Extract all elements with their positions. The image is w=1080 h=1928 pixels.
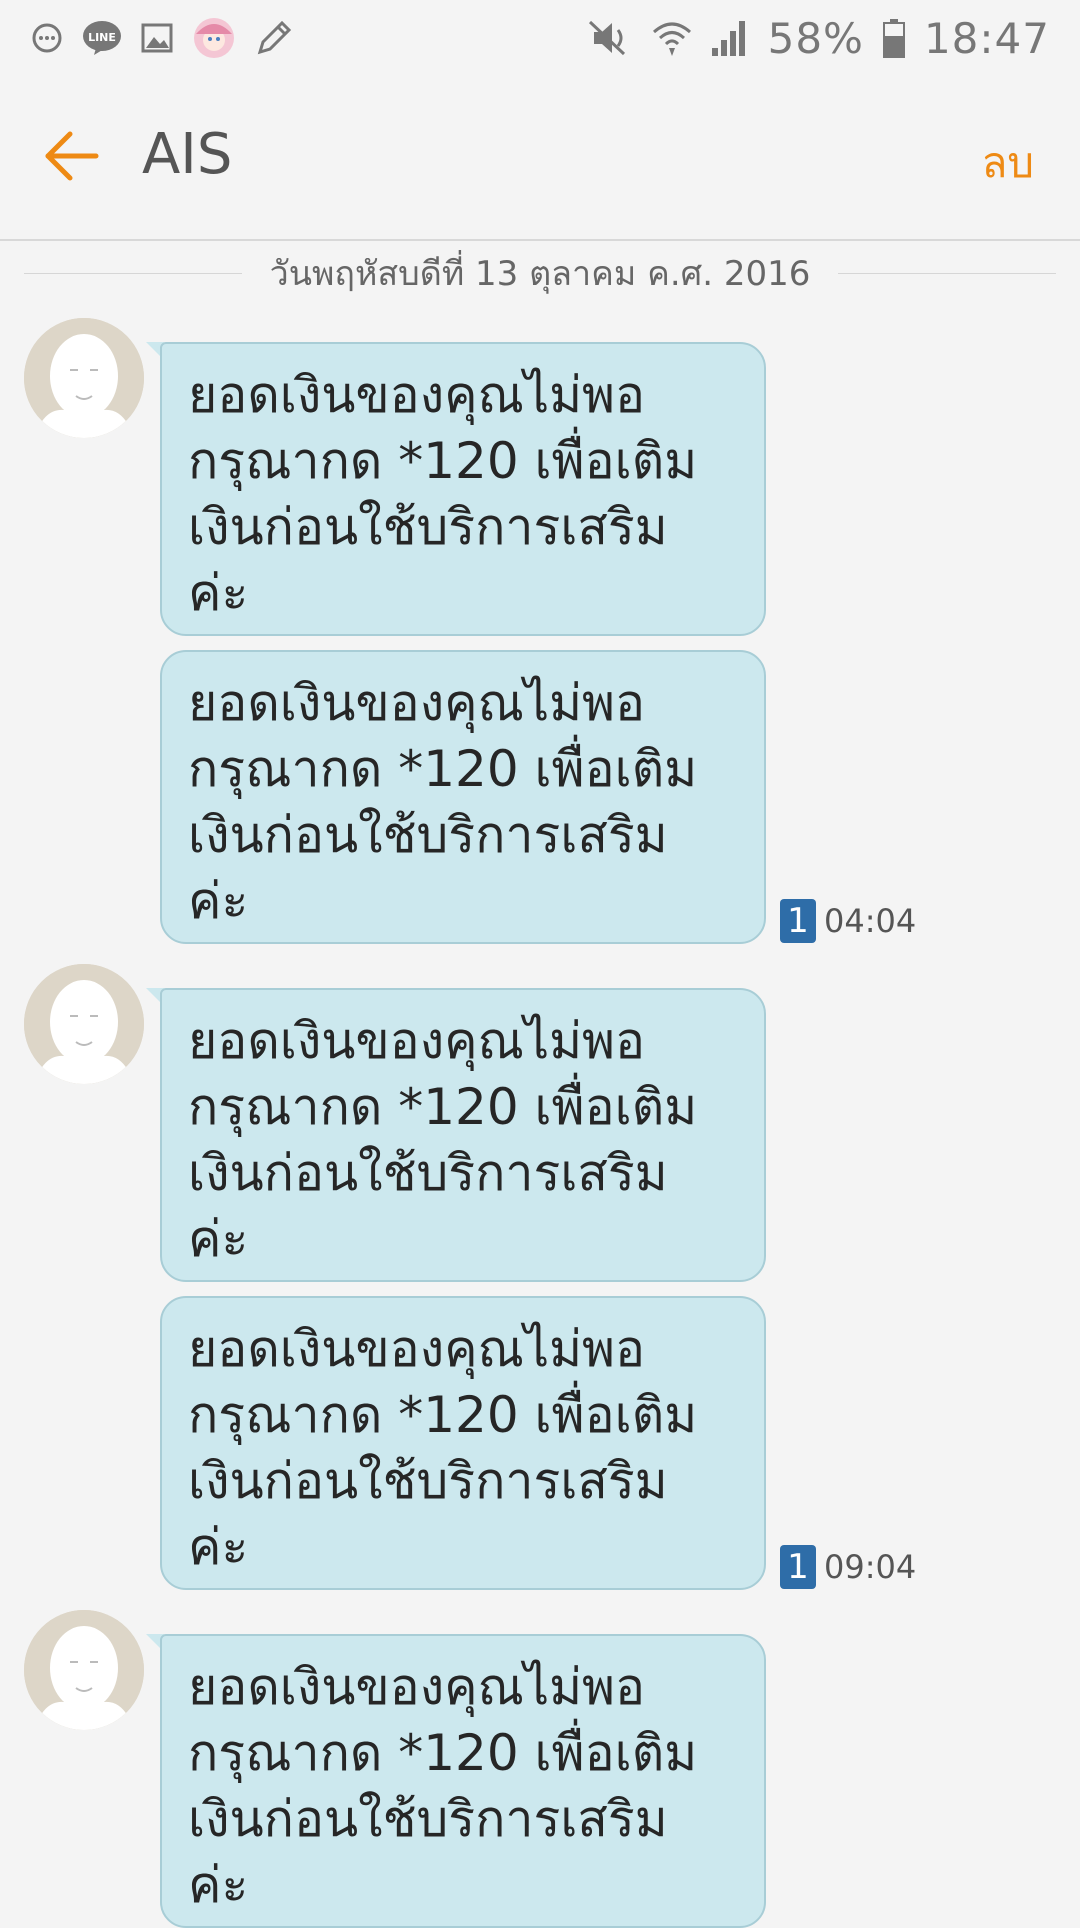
- line-icon: LINE: [82, 20, 122, 56]
- message-line: กรุณากด *120 เพื่อเติม: [188, 432, 698, 490]
- message-bubble[interactable]: ยอดเงินของคุณไม่พอ กรุณากด *120 เพื่อเติ…: [160, 988, 766, 1282]
- message-line: ยอดเงินของคุณไม่พอ: [188, 1658, 646, 1716]
- app-bar: AIS ลบ: [0, 76, 1080, 241]
- page-title: AIS: [142, 122, 233, 187]
- message-line: ค่ะ: [188, 1518, 249, 1576]
- message-meta: 1 09:04: [780, 1544, 916, 1590]
- message-line: ยอดเงินของคุณไม่พอ: [188, 1320, 646, 1378]
- message-time: 04:04: [824, 902, 917, 940]
- message-line: ยอดเงินของคุณไม่พอ: [188, 674, 646, 732]
- avatar[interactable]: [24, 964, 144, 1084]
- avatar[interactable]: [24, 1610, 144, 1730]
- message-bubble[interactable]: ยอดเงินของคุณไม่พอ กรุณากด *120 เพื่อเติ…: [160, 650, 766, 944]
- contact-avatar-icon: [24, 964, 144, 1084]
- clock: 18:47: [923, 13, 1050, 63]
- message-line: ค่ะ: [188, 872, 249, 930]
- message-line: เงินก่อนใช้บริการเสริม: [188, 1452, 668, 1510]
- contact-avatar-icon: [24, 1610, 144, 1730]
- message-line: เงินก่อนใช้บริการเสริม: [188, 1790, 668, 1848]
- message-line: กรุณากด *120 เพื่อเติม: [188, 740, 698, 798]
- svg-text:LINE: LINE: [88, 31, 116, 44]
- sim-badge: 1: [780, 899, 816, 943]
- date-label: วันพฤหัสบดีที่ 13 ตุลาคม ค.ศ. 2016: [269, 254, 811, 294]
- wifi-icon: [652, 18, 692, 58]
- signal-icon: [710, 18, 750, 58]
- message-meta: 1 04:04: [780, 898, 916, 944]
- notification-icons: LINE: [30, 14, 294, 62]
- divider-line: [838, 272, 1057, 274]
- message-line: ยอดเงินของคุณไม่พอ: [188, 366, 646, 424]
- message-bubble[interactable]: ยอดเงินของคุณไม่พอ กรุณากด *120 เพื่อเติ…: [160, 1634, 766, 1928]
- battery-icon: [882, 18, 906, 58]
- status-bar: LINE 58% 18:47: [0, 0, 1080, 76]
- chat-icon: [30, 21, 64, 55]
- message-line: ค่ะ: [188, 1210, 249, 1268]
- system-status: 58% 18:47: [584, 10, 1050, 66]
- message-line: เงินก่อนใช้บริการเสริม: [188, 806, 668, 864]
- message-line: ยอดเงินของคุณไม่พอ: [188, 1012, 646, 1070]
- back-arrow-icon: [45, 131, 99, 181]
- back-button[interactable]: [40, 124, 104, 188]
- message-line: ค่ะ: [188, 564, 249, 622]
- avatar[interactable]: [24, 318, 144, 438]
- divider-line: [24, 272, 242, 274]
- battery-percent: 58%: [767, 13, 864, 63]
- message-bubble[interactable]: ยอดเงินของคุณไม่พอ กรุณากด *120 เพื่อเติ…: [160, 1296, 766, 1590]
- date-divider: วันพฤหัสบดีที่ 13 ตุลาคม ค.ศ. 2016: [24, 250, 1057, 296]
- message-bubble[interactable]: ยอดเงินของคุณไม่พอ กรุณากด *120 เพื่อเติ…: [160, 342, 766, 636]
- message-line: กรุณากด *120 เพื่อเติม: [188, 1078, 698, 1136]
- message-line: เงินก่อนใช้บริการเสริม: [188, 1144, 668, 1202]
- sticker-app-icon: [192, 16, 236, 60]
- mute-icon: [584, 18, 634, 58]
- delete-button[interactable]: ลบ: [982, 130, 1034, 196]
- message-line: กรุณากด *120 เพื่อเติม: [188, 1724, 698, 1782]
- pencil-icon: [254, 18, 294, 58]
- message-time: 09:04: [824, 1548, 917, 1586]
- message-line: กรุณากด *120 เพื่อเติม: [188, 1386, 698, 1444]
- sim-badge: 1: [780, 1545, 816, 1589]
- image-icon: [140, 21, 174, 55]
- message-line: เงินก่อนใช้บริการเสริม: [188, 498, 668, 556]
- contact-avatar-icon: [24, 318, 144, 438]
- message-line: ค่ะ: [188, 1856, 249, 1914]
